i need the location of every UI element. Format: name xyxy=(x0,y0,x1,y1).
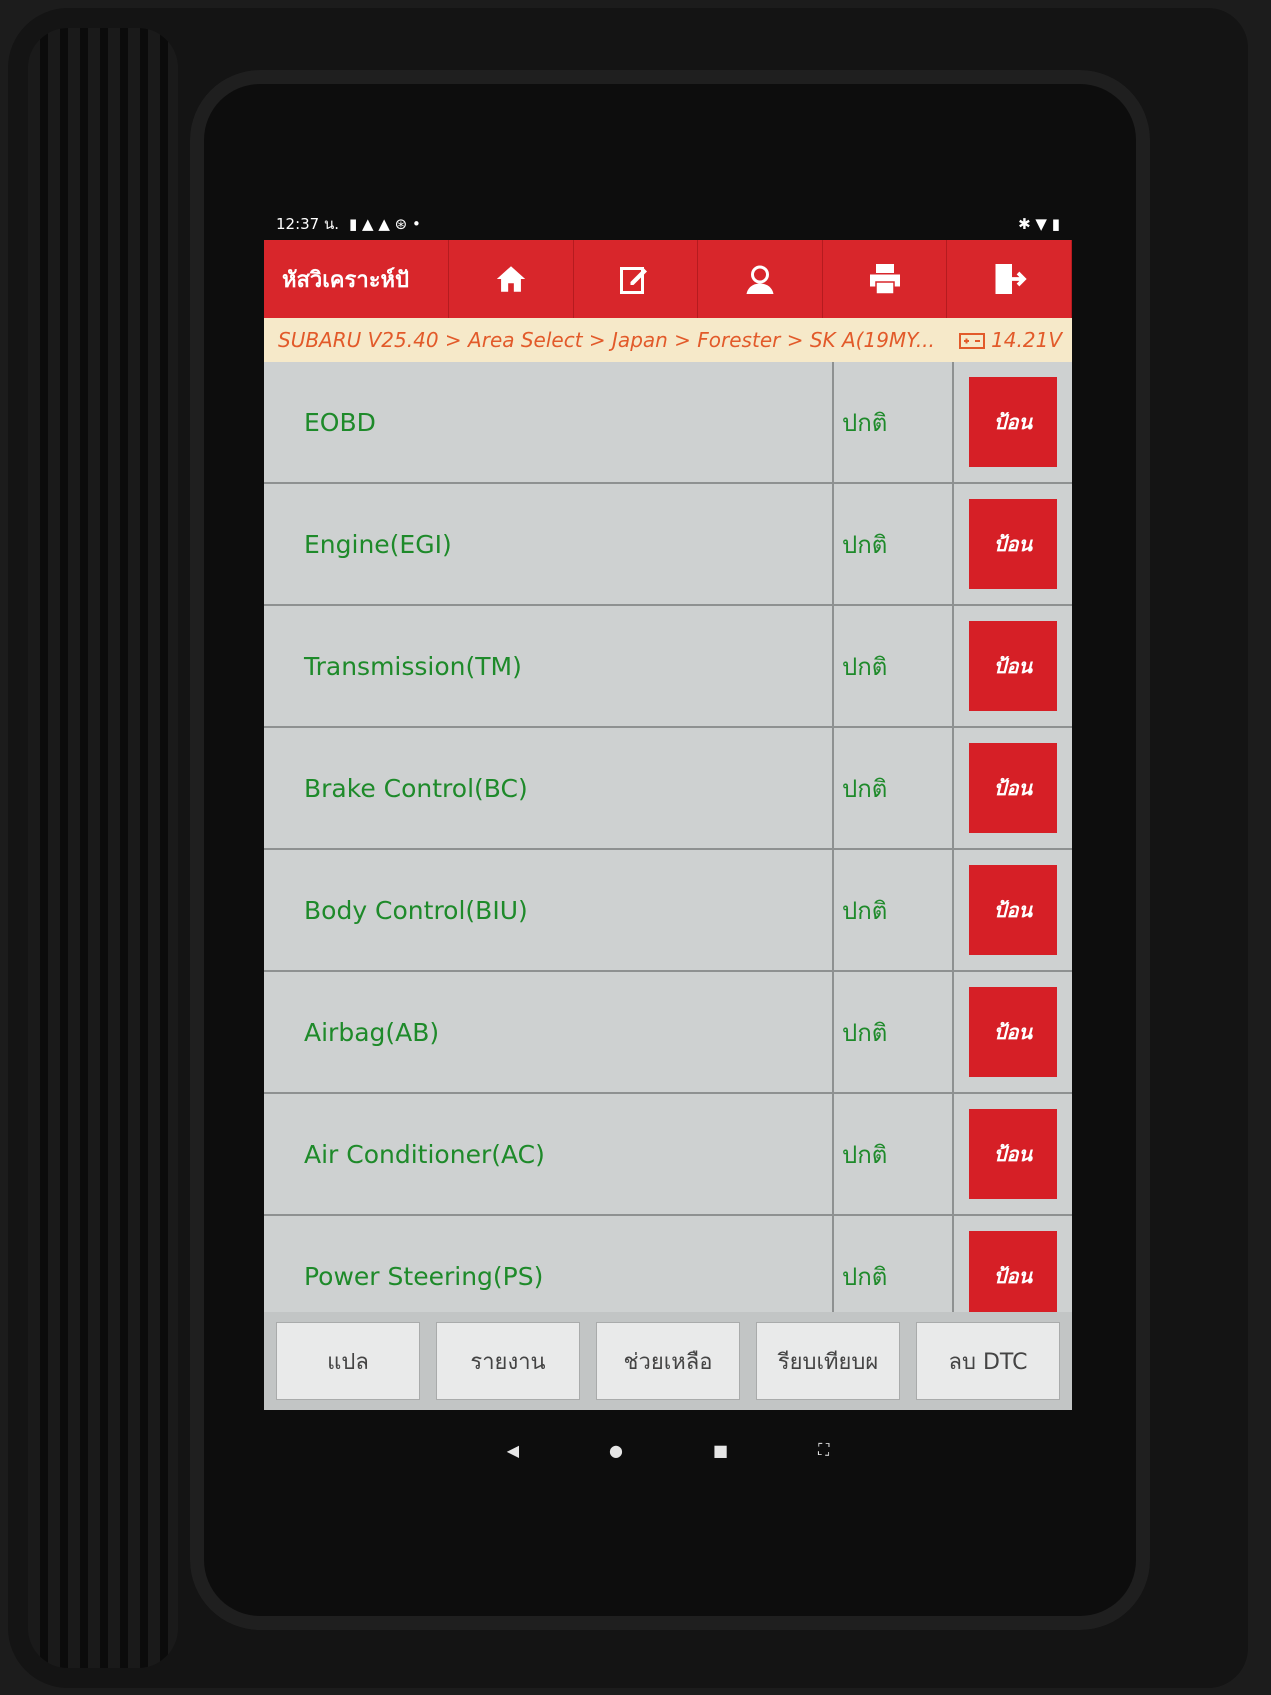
user-support-button[interactable] xyxy=(698,240,823,318)
system-status: ปกติ xyxy=(834,972,954,1092)
edit-icon xyxy=(620,267,648,294)
system-status: ปกติ xyxy=(834,1094,954,1214)
list-item: Brake Control(BC) ปกติ ป้อน xyxy=(264,728,1072,850)
print-button[interactable] xyxy=(823,240,948,318)
top-toolbar: หัสวิเคราะห์ปั xyxy=(264,240,1072,318)
list-item: Air Conditioner(AC) ปกติ ป้อน xyxy=(264,1094,1072,1216)
enter-button[interactable]: ป้อน xyxy=(969,499,1057,589)
status-system-icons: ✱ ▼ ▮ xyxy=(1018,215,1060,233)
system-name: Body Control(BIU) xyxy=(264,850,834,970)
home-nav-icon[interactable]: ● xyxy=(609,1441,623,1460)
list-item: Transmission(TM) ปกติ ป้อน xyxy=(264,606,1072,728)
breadcrumb: SUBARU V25.40 > Area Select > Japan > Fo… xyxy=(264,318,1072,362)
system-status: ปกติ xyxy=(834,850,954,970)
screenshot-icon[interactable]: ⛶ xyxy=(818,1440,829,1460)
report-button[interactable]: รายงาน xyxy=(436,1322,580,1400)
enter-button[interactable]: ป้อน xyxy=(969,377,1057,467)
battery-voltage: 14.21V xyxy=(959,328,1062,352)
bottom-action-bar: แปล รายงาน ช่วยเหลือ รียบเทียบผ ลบ DTC xyxy=(264,1312,1072,1410)
home-icon xyxy=(496,266,525,292)
system-list: EOBD ปกติ ป้อน Engine(EGI) ปกติ ป้อน Tra… xyxy=(264,362,1072,1338)
system-status: ปกติ xyxy=(834,728,954,848)
edit-button[interactable] xyxy=(574,240,699,318)
clear-dtc-button[interactable]: ลบ DTC xyxy=(916,1322,1060,1400)
translate-button[interactable]: แปล xyxy=(276,1322,420,1400)
battery-icon xyxy=(959,333,986,349)
enter-button[interactable]: ป้อน xyxy=(969,1109,1057,1199)
android-nav-bar: ◀ ● ■ ⛶ xyxy=(264,1420,1072,1480)
system-status: ปกติ xyxy=(834,484,954,604)
enter-button[interactable]: ป้อน xyxy=(969,987,1057,1077)
list-item: Engine(EGI) ปกติ ป้อน xyxy=(264,484,1072,606)
exit-button[interactable] xyxy=(947,240,1072,318)
app-screen: หัสวิเคราะห์ปั SUBARU V25.40 > Area Sele… xyxy=(264,240,1072,1410)
system-name: Engine(EGI) xyxy=(264,484,834,604)
system-name: EOBD xyxy=(264,362,834,482)
compare-button[interactable]: รียบเทียบผ xyxy=(756,1322,900,1400)
case-grip xyxy=(28,28,178,1668)
status-notification-icons: ▮ ▲ ▲ ⊛ • xyxy=(349,215,421,233)
list-item: EOBD ปกติ ป้อน xyxy=(264,362,1072,484)
enter-button[interactable]: ป้อน xyxy=(969,865,1057,955)
enter-button[interactable]: ป้อน xyxy=(969,743,1057,833)
back-icon[interactable]: ◀ xyxy=(507,1441,519,1460)
enter-button[interactable]: ป้อน xyxy=(969,621,1057,711)
printer-icon xyxy=(869,264,900,295)
user-support-icon xyxy=(746,265,774,294)
android-status-bar: 12:37 น. ▮ ▲ ▲ ⊛ • ✱ ▼ ▮ xyxy=(264,208,1072,240)
app-title: หัสวิเคราะห์ปั xyxy=(264,240,449,318)
system-name: Brake Control(BC) xyxy=(264,728,834,848)
help-button[interactable]: ช่วยเหลือ xyxy=(596,1322,740,1400)
list-item: Body Control(BIU) ปกติ ป้อน xyxy=(264,850,1072,972)
system-status: ปกติ xyxy=(834,606,954,726)
breadcrumb-path: SUBARU V25.40 > Area Select > Japan > Fo… xyxy=(278,328,935,352)
recents-icon[interactable]: ■ xyxy=(713,1441,728,1460)
system-name: Transmission(TM) xyxy=(264,606,834,726)
exit-icon xyxy=(995,264,1027,294)
enter-button[interactable]: ป้อน xyxy=(969,1231,1057,1321)
system-status: ปกติ xyxy=(834,362,954,482)
system-name: Airbag(AB) xyxy=(264,972,834,1092)
status-time: 12:37 น. xyxy=(276,215,340,233)
home-button[interactable] xyxy=(449,240,574,318)
system-name: Air Conditioner(AC) xyxy=(264,1094,834,1214)
list-item: Airbag(AB) ปกติ ป้อน xyxy=(264,972,1072,1094)
voltage-value: 14.21V xyxy=(991,328,1062,352)
